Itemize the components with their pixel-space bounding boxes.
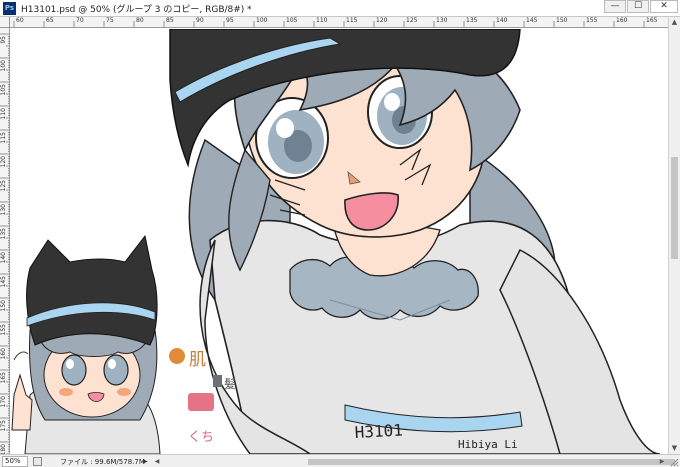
skin-swatch (169, 348, 185, 364)
ruler-top-label: 165 (646, 17, 658, 24)
ruler-left-label: 115 (0, 132, 7, 144)
status-menu-arrow-icon[interactable]: ▶ (143, 456, 151, 467)
document-status-icon[interactable] (33, 457, 42, 466)
maximize-button[interactable]: ☐ (627, 0, 649, 13)
ruler-left-label: 180 (0, 444, 7, 454)
ruler-left-label: 150 (0, 300, 7, 312)
document-title: H13101.psd @ 50% (グループ 3 のコピー, RGB/8#) * (21, 5, 252, 15)
ruler-left-label: 125 (0, 180, 7, 192)
ruler-left-label: 105 (0, 84, 7, 96)
ruler-top-label: 85 (166, 17, 174, 24)
mouth-swatch (188, 393, 214, 411)
ruler-left-label: 145 (0, 276, 7, 288)
ruler-left-label: 170 (0, 396, 7, 408)
ruler-top-label: 150 (556, 17, 568, 24)
ruler-top-label: 125 (406, 17, 418, 24)
vertical-scroll-thumb[interactable] (671, 157, 678, 259)
file-size-info: ファイル : 99.6M/578.7M (60, 458, 145, 466)
ruler-origin-corner[interactable] (0, 17, 10, 28)
ruler-left-label: 130 (0, 204, 7, 216)
scroll-right-arrow-icon[interactable]: ▶ (657, 456, 667, 467)
small-eye-highlight-right (108, 359, 116, 369)
ruler-top-label: 90 (196, 17, 204, 24)
ruler-top-label: 120 (376, 17, 388, 24)
ruler-left-label: 140 (0, 252, 7, 264)
ruler-top-label: 95 (226, 17, 234, 24)
vertical-scrollbar[interactable]: ▲ ▼ (668, 17, 680, 454)
ruler-top-label: 105 (286, 17, 298, 24)
ruler-left-label: 165 (0, 372, 7, 384)
photoshop-document-window: Ps H13101.psd @ 50% (グループ 3 のコピー, RGB/8#… (0, 0, 680, 467)
horizontal-scroll-thumb[interactable] (308, 459, 675, 465)
ruler-left-label: 100 (0, 60, 7, 72)
ruler-top-label: 130 (436, 17, 448, 24)
close-button[interactable]: ✕ (650, 0, 678, 13)
ruler-top-label: 115 (346, 17, 358, 24)
ruler-top-label: 60 (16, 17, 24, 24)
large-eye-highlight-left (276, 118, 294, 138)
ruler-left-label: 160 (0, 348, 7, 360)
ruler-top-label: 155 (586, 17, 598, 24)
ruler-top-label: 65 (46, 17, 54, 24)
ruler-left-label: 135 (0, 228, 7, 240)
ruler-left-label: 175 (0, 420, 7, 432)
ruler-top-label: 75 (106, 17, 114, 24)
ruler-left-label: 110 (0, 108, 7, 120)
status-bar: 50% ファイル : 99.6M/578.7M ▶ ◀ ▶ (0, 454, 680, 467)
ruler-left-label: 155 (0, 324, 7, 336)
hair-swatch (213, 375, 222, 387)
ruler-top-label: 110 (316, 17, 328, 24)
ruler-top-label: 145 (526, 17, 538, 24)
title-bar[interactable]: Ps H13101.psd @ 50% (グループ 3 のコピー, RGB/8#… (0, 0, 680, 17)
ruler-left-label: 120 (0, 156, 7, 168)
skin-label: 肌 (189, 350, 206, 370)
ruler-top-label: 140 (496, 17, 508, 24)
scroll-up-arrow-icon[interactable]: ▲ (669, 17, 680, 28)
small-eye-right (103, 354, 129, 386)
mouth-label: くち (188, 430, 214, 445)
large-eye-highlight-right (384, 93, 400, 111)
large-shirt-chest-text: H3101 (354, 420, 403, 441)
small-blush-left (59, 388, 73, 396)
small-blush-right (117, 388, 131, 396)
small-hat (26, 234, 158, 346)
artwork: H3101 Hibiya Li 肌 髪 くち (11, 29, 661, 454)
zoom-level-field[interactable]: 50% (2, 456, 28, 467)
horizontal-ruler[interactable]: 60 65 70 75 80 85 90 95 100 105 110 115 120 125 130 135… (10, 17, 668, 28)
ruler-left-label: 95 (0, 36, 7, 44)
hair-label: 髪 (224, 377, 236, 391)
ruler-top-label: 160 (616, 17, 628, 24)
ruler-top-label: 135 (466, 17, 478, 24)
resize-grip-icon[interactable] (668, 456, 679, 467)
scroll-left-arrow-icon[interactable]: ◀ (152, 456, 162, 467)
small-sparkle (13, 351, 29, 361)
ps-icon: Ps (3, 2, 16, 15)
scroll-down-arrow-icon[interactable]: ▼ (669, 443, 680, 454)
small-hand (11, 373, 33, 431)
large-shirt-sleeve-text: Hibiya Li (458, 438, 518, 451)
small-eye-highlight-left (66, 359, 74, 369)
horizontal-scrollbar[interactable]: ◀ ▶ (152, 456, 675, 467)
document-canvas[interactable]: H3101 Hibiya Li 肌 髪 くち (11, 29, 668, 454)
small-eye-left (61, 354, 87, 386)
ruler-top-label: 100 (256, 17, 268, 24)
ruler-top-label: 80 (136, 17, 144, 24)
vertical-ruler[interactable]: 95 100 105 110 115 120 125 130 135 140 145 150 155 16… (0, 28, 10, 454)
minimize-button[interactable]: — (604, 0, 626, 13)
ruler-top-label: 70 (76, 17, 84, 24)
